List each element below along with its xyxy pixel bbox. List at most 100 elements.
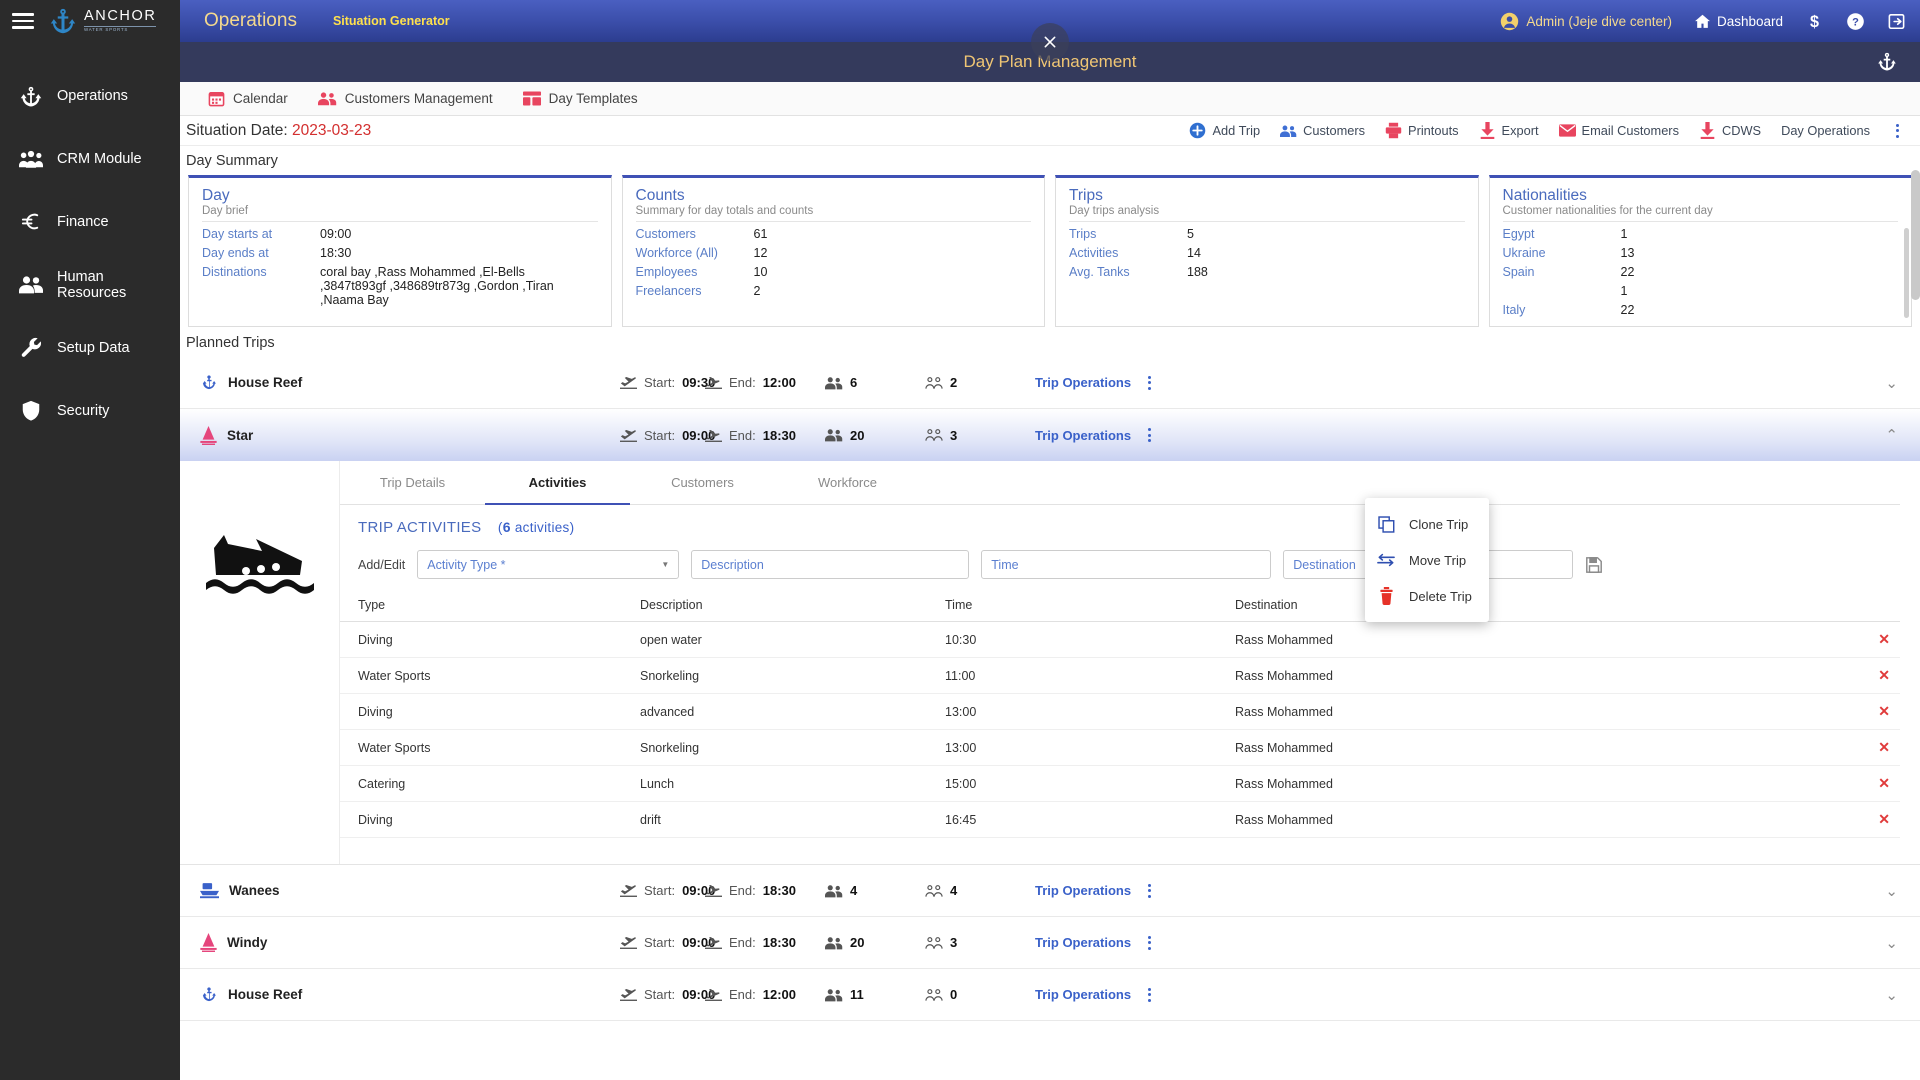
sidebar-item-human-resources[interactable]: Human Resources <box>0 253 180 316</box>
trip-row[interactable]: Windy Start: 09:00 End: 18:30 20 3 Trip … <box>180 917 1920 969</box>
tab-customers-management[interactable]: Customers Management <box>317 91 493 106</box>
workforce-count-icon <box>925 988 943 1002</box>
sidebar-item-operations[interactable]: Operations <box>0 64 180 127</box>
delete-row-icon[interactable]: ✕ <box>1878 775 1890 791</box>
trip-operations-button[interactable]: Trip Operations <box>1035 935 1156 950</box>
table-row[interactable]: Water Sports Snorkeling 13:00 Rass Moham… <box>340 729 1900 766</box>
delete-row-icon[interactable]: ✕ <box>1878 667 1890 683</box>
trip-operations-kebab-icon[interactable] <box>1142 883 1156 898</box>
page-scrollbar[interactable] <box>1911 170 1920 300</box>
trip-row[interactable]: House Reef Start: 09:30 End: 12:00 6 2 T… <box>180 357 1920 409</box>
card-title: Day <box>202 187 230 204</box>
cell-destination: Rass Mohammed <box>1235 693 1565 730</box>
table-row[interactable]: Diving advanced 13:00 Rass Mohammed ✕ <box>340 693 1900 730</box>
trip-operations-kebab-icon[interactable] <box>1142 935 1156 950</box>
table-row[interactable]: Water Sports Snorkeling 11:00 Rass Moham… <box>340 657 1900 694</box>
logout-icon[interactable] <box>1887 12 1906 31</box>
trip-name-cell: Star <box>200 425 620 445</box>
add-edit-label: Add/Edit <box>358 557 406 572</box>
workforce-count-icon <box>925 936 943 950</box>
tab-customers[interactable]: Customers <box>630 461 775 505</box>
situation-bar: Situation Date: 2023-03-23 Add Trip Cust… <box>180 116 1920 146</box>
activities-title-row: TRIP ACTIVITIES (6 activities) <box>340 505 1900 546</box>
planned-trips-heading: Planned Trips <box>186 335 275 351</box>
save-icon[interactable] <box>1585 556 1603 574</box>
sidebar-item-setup-data[interactable]: Setup Data <box>0 316 180 379</box>
plus-circle-icon <box>1189 122 1206 139</box>
hamburger-menu-icon[interactable] <box>12 9 34 33</box>
menu-item-clone-trip[interactable]: Clone Trip <box>1365 506 1489 542</box>
menu-item-move-trip[interactable]: Move Trip <box>1365 542 1489 578</box>
sidebar-item-label: Setup Data <box>57 339 130 356</box>
cell-description: Snorkeling <box>640 657 945 694</box>
day-operations-button[interactable]: Day Operations <box>1781 123 1870 138</box>
trip-operations-button[interactable]: Trip Operations <box>1035 883 1156 898</box>
trip-thumbnail <box>180 461 340 864</box>
customers-button[interactable]: Customers <box>1280 122 1365 139</box>
email-customers-button[interactable]: Email Customers <box>1558 122 1679 139</box>
add-trip-button[interactable]: Add Trip <box>1189 122 1260 139</box>
page-title: Operations <box>204 10 297 31</box>
user-menu[interactable]: Admin (Jeje dive center) <box>1500 12 1672 31</box>
expand-chevron-down-icon[interactable]: ⌄ <box>1885 986 1904 1004</box>
trip-operations-kebab-icon[interactable] <box>1142 428 1156 442</box>
table-row[interactable]: Catering Lunch 15:00 Rass Mohammed ✕ <box>340 765 1900 802</box>
export-button[interactable]: Export <box>1479 122 1539 139</box>
trip-start-cell: Start: 09:00 <box>620 883 715 898</box>
page-banner: Day Plan Management <box>180 23 1920 82</box>
table-row[interactable]: Diving open water 10:30 Rass Mohammed ✕ <box>340 621 1900 658</box>
delete-row-icon[interactable]: ✕ <box>1878 739 1890 755</box>
dashboard-link[interactable]: Dashboard <box>1694 13 1783 30</box>
expand-chevron-down-icon[interactable]: ⌄ <box>1885 934 1904 952</box>
dollar-icon[interactable]: $ <box>1805 12 1824 31</box>
expand-chevron-down-icon[interactable]: ⌄ <box>1885 374 1904 392</box>
help-icon[interactable]: ? <box>1846 12 1865 31</box>
card-scrollbar[interactable] <box>1904 228 1909 318</box>
trip-operations-label: Trip Operations <box>1035 427 1132 443</box>
trip-operations-button[interactable]: Trip Operations <box>1035 375 1156 390</box>
anchor-icon[interactable] <box>1876 51 1898 73</box>
sidebar-item-security[interactable]: Security <box>0 379 180 442</box>
sidebar-item-finance[interactable]: Finance <box>0 190 180 253</box>
collapse-chevron-up-icon[interactable]: ⌃ <box>1885 426 1904 444</box>
card-row-key: Ukraine <box>1502 246 1546 260</box>
trip-row[interactable]: Star Start: 09:00 End: 18:30 20 3 Trip O… <box>180 409 1920 461</box>
trip-operations-button[interactable]: Trip Operations <box>1035 428 1156 443</box>
table-row[interactable]: Diving drift 16:45 Rass Mohammed ✕ <box>340 801 1900 838</box>
day-operations-kebab-icon[interactable] <box>1890 123 1904 138</box>
activity-add-edit-form: Add/Edit Activity Type * ▼ Description T… <box>340 546 1900 589</box>
sidebar-item-crm-module[interactable]: CRM Module <box>0 127 180 190</box>
time-input[interactable]: Time <box>981 550 1272 579</box>
delete-row-icon[interactable]: ✕ <box>1878 631 1890 647</box>
sidebar-nav: Operations CRM Module Finance Human Reso… <box>0 64 180 442</box>
card-title: Counts <box>635 187 685 204</box>
tab-trip-details[interactable]: Trip Details <box>340 461 485 505</box>
trip-operations-button[interactable]: Trip Operations <box>1035 987 1156 1002</box>
trip-start-label: Start: <box>644 935 676 950</box>
delete-row-icon[interactable]: ✕ <box>1878 703 1890 719</box>
trip-row[interactable]: House Reef Start: 09:00 End: 12:00 11 0 <box>180 969 1920 1021</box>
trip-row[interactable]: Wanees Start: 09:00 End: 18:30 4 4 Trip … <box>180 865 1920 917</box>
trip-operations-kebab-icon[interactable] <box>1142 375 1156 390</box>
cell-destination: Rass Mohammed <box>1235 729 1565 766</box>
tab-calendar[interactable]: Calendar <box>208 90 288 107</box>
destination-placeholder: Destination <box>1293 557 1356 572</box>
description-input[interactable]: Description <box>691 550 970 579</box>
cdws-button[interactable]: CDWS <box>1699 122 1761 139</box>
close-icon[interactable] <box>1031 23 1069 61</box>
delete-row-icon[interactable]: ✕ <box>1878 811 1890 827</box>
cell-destination: Rass Mohammed <box>1235 621 1565 658</box>
printer-icon <box>1385 122 1402 139</box>
people-group-icon <box>18 146 44 172</box>
trip-operations-kebab-icon[interactable] <box>1142 987 1156 1002</box>
menu-item-delete-trip[interactable]: Delete Trip <box>1365 578 1489 614</box>
card-row-key: Freelancers <box>635 284 702 298</box>
printouts-button[interactable]: Printouts <box>1385 122 1459 139</box>
tab-workforce[interactable]: Workforce <box>775 461 920 505</box>
tab-activities[interactable]: Activities <box>485 461 630 505</box>
expand-chevron-down-icon[interactable]: ⌄ <box>1885 882 1904 900</box>
cell-time: 13:00 <box>945 729 1235 766</box>
activity-type-select[interactable]: Activity Type * ▼ <box>417 550 680 579</box>
tab-day-templates[interactable]: Day Templates <box>522 91 638 106</box>
action-label: Email Customers <box>1581 123 1679 138</box>
